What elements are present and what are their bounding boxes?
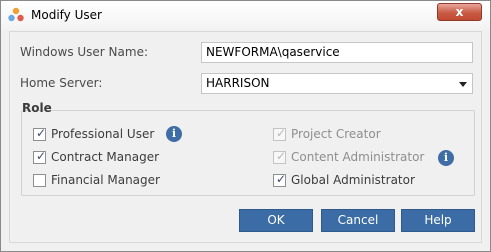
users-app-icon bbox=[8, 7, 24, 22]
financial-manager-checkbox[interactable] bbox=[33, 174, 46, 187]
windows-user-name-field[interactable]: NEWFORMA\qaservice bbox=[201, 42, 473, 63]
title-bar[interactable]: Modify User x bbox=[1, 1, 490, 30]
check-mark-icon: ✓ bbox=[276, 172, 287, 186]
professional-user-checkbox[interactable]: ✓ bbox=[33, 126, 47, 141]
check-mark-icon: ✓ bbox=[36, 126, 47, 140]
info-icon[interactable]: i bbox=[166, 126, 182, 142]
ok-button[interactable]: OK bbox=[239, 209, 313, 232]
professional-user-label: Professional User bbox=[51, 127, 155, 141]
window-title: Modify User bbox=[31, 8, 102, 22]
chevron-down-icon[interactable] bbox=[459, 82, 467, 87]
checkbox-professional-user[interactable]: ✓ Professional User bbox=[33, 126, 173, 143]
close-icon: x bbox=[455, 5, 464, 19]
checkbox-content-administrator: ✓ Content Administrator bbox=[273, 149, 425, 166]
check-mark-icon: ✓ bbox=[276, 149, 287, 163]
content-administrator-checkbox: ✓ bbox=[273, 149, 287, 164]
info-icon[interactable]: i bbox=[438, 150, 454, 166]
checkbox-project-creator: ✓ Project Creator bbox=[273, 126, 423, 143]
modify-user-dialog: Modify User x Windows User Name: NEWFORM… bbox=[0, 0, 491, 252]
contract-manager-checkbox[interactable]: ✓ bbox=[33, 149, 47, 164]
check-mark-icon: ✓ bbox=[276, 126, 287, 140]
role-group-title: Role bbox=[22, 101, 52, 115]
home-server-select[interactable]: HARRISON bbox=[201, 73, 473, 94]
windows-user-name-label: Windows User Name: bbox=[20, 45, 148, 59]
financial-manager-label: Financial Manager bbox=[51, 173, 160, 187]
content-administrator-label: Content Administrator bbox=[291, 150, 425, 164]
global-administrator-checkbox[interactable]: ✓ bbox=[273, 172, 287, 187]
dialog-body: Windows User Name: NEWFORMA\qaservice Ho… bbox=[9, 31, 482, 243]
cancel-button[interactable]: Cancel bbox=[321, 209, 395, 232]
checkbox-financial-manager[interactable]: Financial Manager bbox=[33, 173, 173, 189]
check-mark-icon: ✓ bbox=[36, 149, 47, 163]
checkbox-contract-manager[interactable]: ✓ Contract Manager bbox=[33, 149, 173, 166]
checkbox-global-administrator[interactable]: ✓ Global Administrator bbox=[273, 172, 423, 189]
close-button[interactable]: x bbox=[437, 3, 482, 21]
home-server-value: HARRISON bbox=[206, 76, 270, 90]
global-administrator-label: Global Administrator bbox=[291, 173, 415, 187]
contract-manager-label: Contract Manager bbox=[51, 150, 160, 164]
project-creator-label: Project Creator bbox=[291, 127, 381, 141]
home-server-label: Home Server: bbox=[20, 76, 103, 90]
help-button[interactable]: Help bbox=[401, 209, 475, 232]
project-creator-checkbox: ✓ bbox=[273, 126, 287, 141]
